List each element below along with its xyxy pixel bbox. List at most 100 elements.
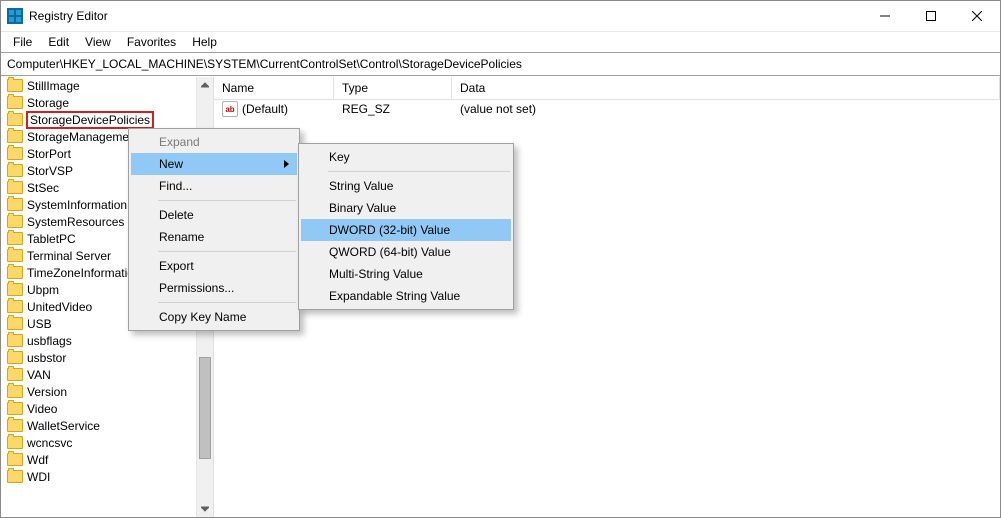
ctx-item-export[interactable]: Export <box>131 255 297 277</box>
tree-item[interactable]: StorageDevicePolicies <box>1 111 196 128</box>
tree-item-label: Video <box>26 402 58 416</box>
folder-icon <box>7 334 23 347</box>
tree-item-label: StorPort <box>26 147 72 161</box>
separator <box>158 200 296 201</box>
folder-icon <box>7 232 23 245</box>
scroll-down-icon[interactable] <box>197 501 213 517</box>
tree-item[interactable]: Video <box>1 400 196 417</box>
tree-item[interactable]: VAN <box>1 366 196 383</box>
scroll-up-icon[interactable] <box>197 77 213 93</box>
value-name: (Default) <box>242 102 288 116</box>
ctx-item-rename[interactable]: Rename <box>131 226 297 248</box>
col-header-name[interactable]: Name <box>214 77 334 99</box>
scroll-thumb[interactable] <box>199 357 211 459</box>
folder-icon <box>7 164 23 177</box>
tree-item-label: Terminal Server <box>26 249 112 263</box>
col-header-data[interactable]: Data <box>452 77 1000 99</box>
tree-item[interactable]: wcncsvc <box>1 434 196 451</box>
maximize-button[interactable] <box>908 1 954 31</box>
list-row[interactable]: ab(Default)REG_SZ(value not set) <box>214 100 1000 118</box>
regedit-icon <box>7 8 23 24</box>
folder-icon <box>7 351 23 364</box>
tree-item-label: SystemInformation <box>26 198 128 212</box>
folder-icon <box>7 266 23 279</box>
ctx-item-copy-key-name[interactable]: Copy Key Name <box>131 306 297 328</box>
tree-item[interactable]: StillImage <box>1 77 196 94</box>
folder-icon <box>7 79 23 92</box>
folder-icon <box>7 453 23 466</box>
folder-icon <box>7 215 23 228</box>
tree-item-label: TabletPC <box>26 232 77 246</box>
tree-item-label: Storage <box>26 96 70 110</box>
tree-item[interactable]: usbstor <box>1 349 196 366</box>
folder-icon <box>7 300 23 313</box>
ctx-item-dword-value[interactable]: DWORD (32-bit) Value <box>301 219 511 241</box>
tree-item[interactable]: Storage <box>1 94 196 111</box>
folder-icon <box>7 249 23 262</box>
menu-edit[interactable]: Edit <box>40 33 77 51</box>
ctx-item-qword-value[interactable]: QWORD (64-bit) Value <box>301 241 511 263</box>
folder-icon <box>7 385 23 398</box>
menu-view[interactable]: View <box>77 33 119 51</box>
ctx-item-find[interactable]: Find... <box>131 175 297 197</box>
ctx-item-string-value[interactable]: String Value <box>301 175 511 197</box>
tree-item-label: WalletService <box>26 419 101 433</box>
ctx-item-permissions[interactable]: Permissions... <box>131 277 297 299</box>
tree-item-label: Ubpm <box>26 283 60 297</box>
value-data: (value not set) <box>452 102 1000 116</box>
tree-item-label: usbflags <box>26 334 73 348</box>
chevron-right-icon <box>284 160 289 168</box>
folder-icon <box>7 130 23 143</box>
tree-item-label: TimeZoneInformation <box>26 266 142 280</box>
value-type: REG_SZ <box>334 102 452 116</box>
folder-icon <box>7 419 23 432</box>
folder-icon <box>7 436 23 449</box>
context-menu-key: Expand New Find... Delete Rename Export … <box>128 128 300 331</box>
tree-item-label: VAN <box>26 368 52 382</box>
list-header: Name Type Data <box>214 77 1000 100</box>
tree-item-label: UnitedVideo <box>26 300 93 314</box>
separator <box>328 171 510 172</box>
tree-item-label: StorVSP <box>26 164 74 178</box>
ctx-item-key[interactable]: Key <box>301 146 511 168</box>
ctx-item-expand[interactable]: Expand <box>131 131 297 153</box>
folder-icon <box>7 113 23 126</box>
folder-icon <box>7 470 23 483</box>
menu-file[interactable]: File <box>5 33 40 51</box>
col-header-type[interactable]: Type <box>334 77 452 99</box>
ctx-item-binary-value[interactable]: Binary Value <box>301 197 511 219</box>
tree-item-label: StorageManagement <box>26 130 140 144</box>
folder-icon <box>7 198 23 211</box>
folder-icon <box>7 283 23 296</box>
tree-item-label: WDI <box>26 470 51 484</box>
tree-item-label: StSec <box>26 181 60 195</box>
menubar: File Edit View Favorites Help <box>1 32 1000 52</box>
folder-icon <box>7 181 23 194</box>
separator <box>158 302 296 303</box>
tree-item[interactable]: WDI <box>1 468 196 485</box>
minimize-button[interactable] <box>862 1 908 31</box>
ctx-item-multi-string-value[interactable]: Multi-String Value <box>301 263 511 285</box>
tree-item-label: StorageDevicePolicies <box>26 111 154 129</box>
ctx-item-expandable-string-value[interactable]: Expandable String Value <box>301 285 511 307</box>
address-bar[interactable]: Computer\HKEY_LOCAL_MACHINE\SYSTEM\Curre… <box>1 52 1000 76</box>
tree-item-label: Wdf <box>26 453 49 467</box>
folder-icon <box>7 147 23 160</box>
folder-icon <box>7 402 23 415</box>
tree-item[interactable]: Version <box>1 383 196 400</box>
tree-item-label: StillImage <box>26 79 81 93</box>
tree-item-label: Version <box>26 385 68 399</box>
registry-editor-window: Registry Editor File Edit View Favorites… <box>0 0 1001 518</box>
menu-favorites[interactable]: Favorites <box>119 33 184 51</box>
ctx-item-new-label: New <box>159 157 183 171</box>
ctx-item-new[interactable]: New <box>131 153 297 175</box>
tree-item[interactable]: usbflags <box>1 332 196 349</box>
tree-item-label: usbstor <box>26 351 67 365</box>
tree-item[interactable]: Wdf <box>1 451 196 468</box>
context-menu-new: Key String Value Binary Value DWORD (32-… <box>298 143 514 310</box>
separator <box>158 251 296 252</box>
close-button[interactable] <box>954 1 1000 31</box>
menu-help[interactable]: Help <box>184 33 225 51</box>
ctx-item-delete[interactable]: Delete <box>131 204 297 226</box>
tree-item[interactable]: WalletService <box>1 417 196 434</box>
